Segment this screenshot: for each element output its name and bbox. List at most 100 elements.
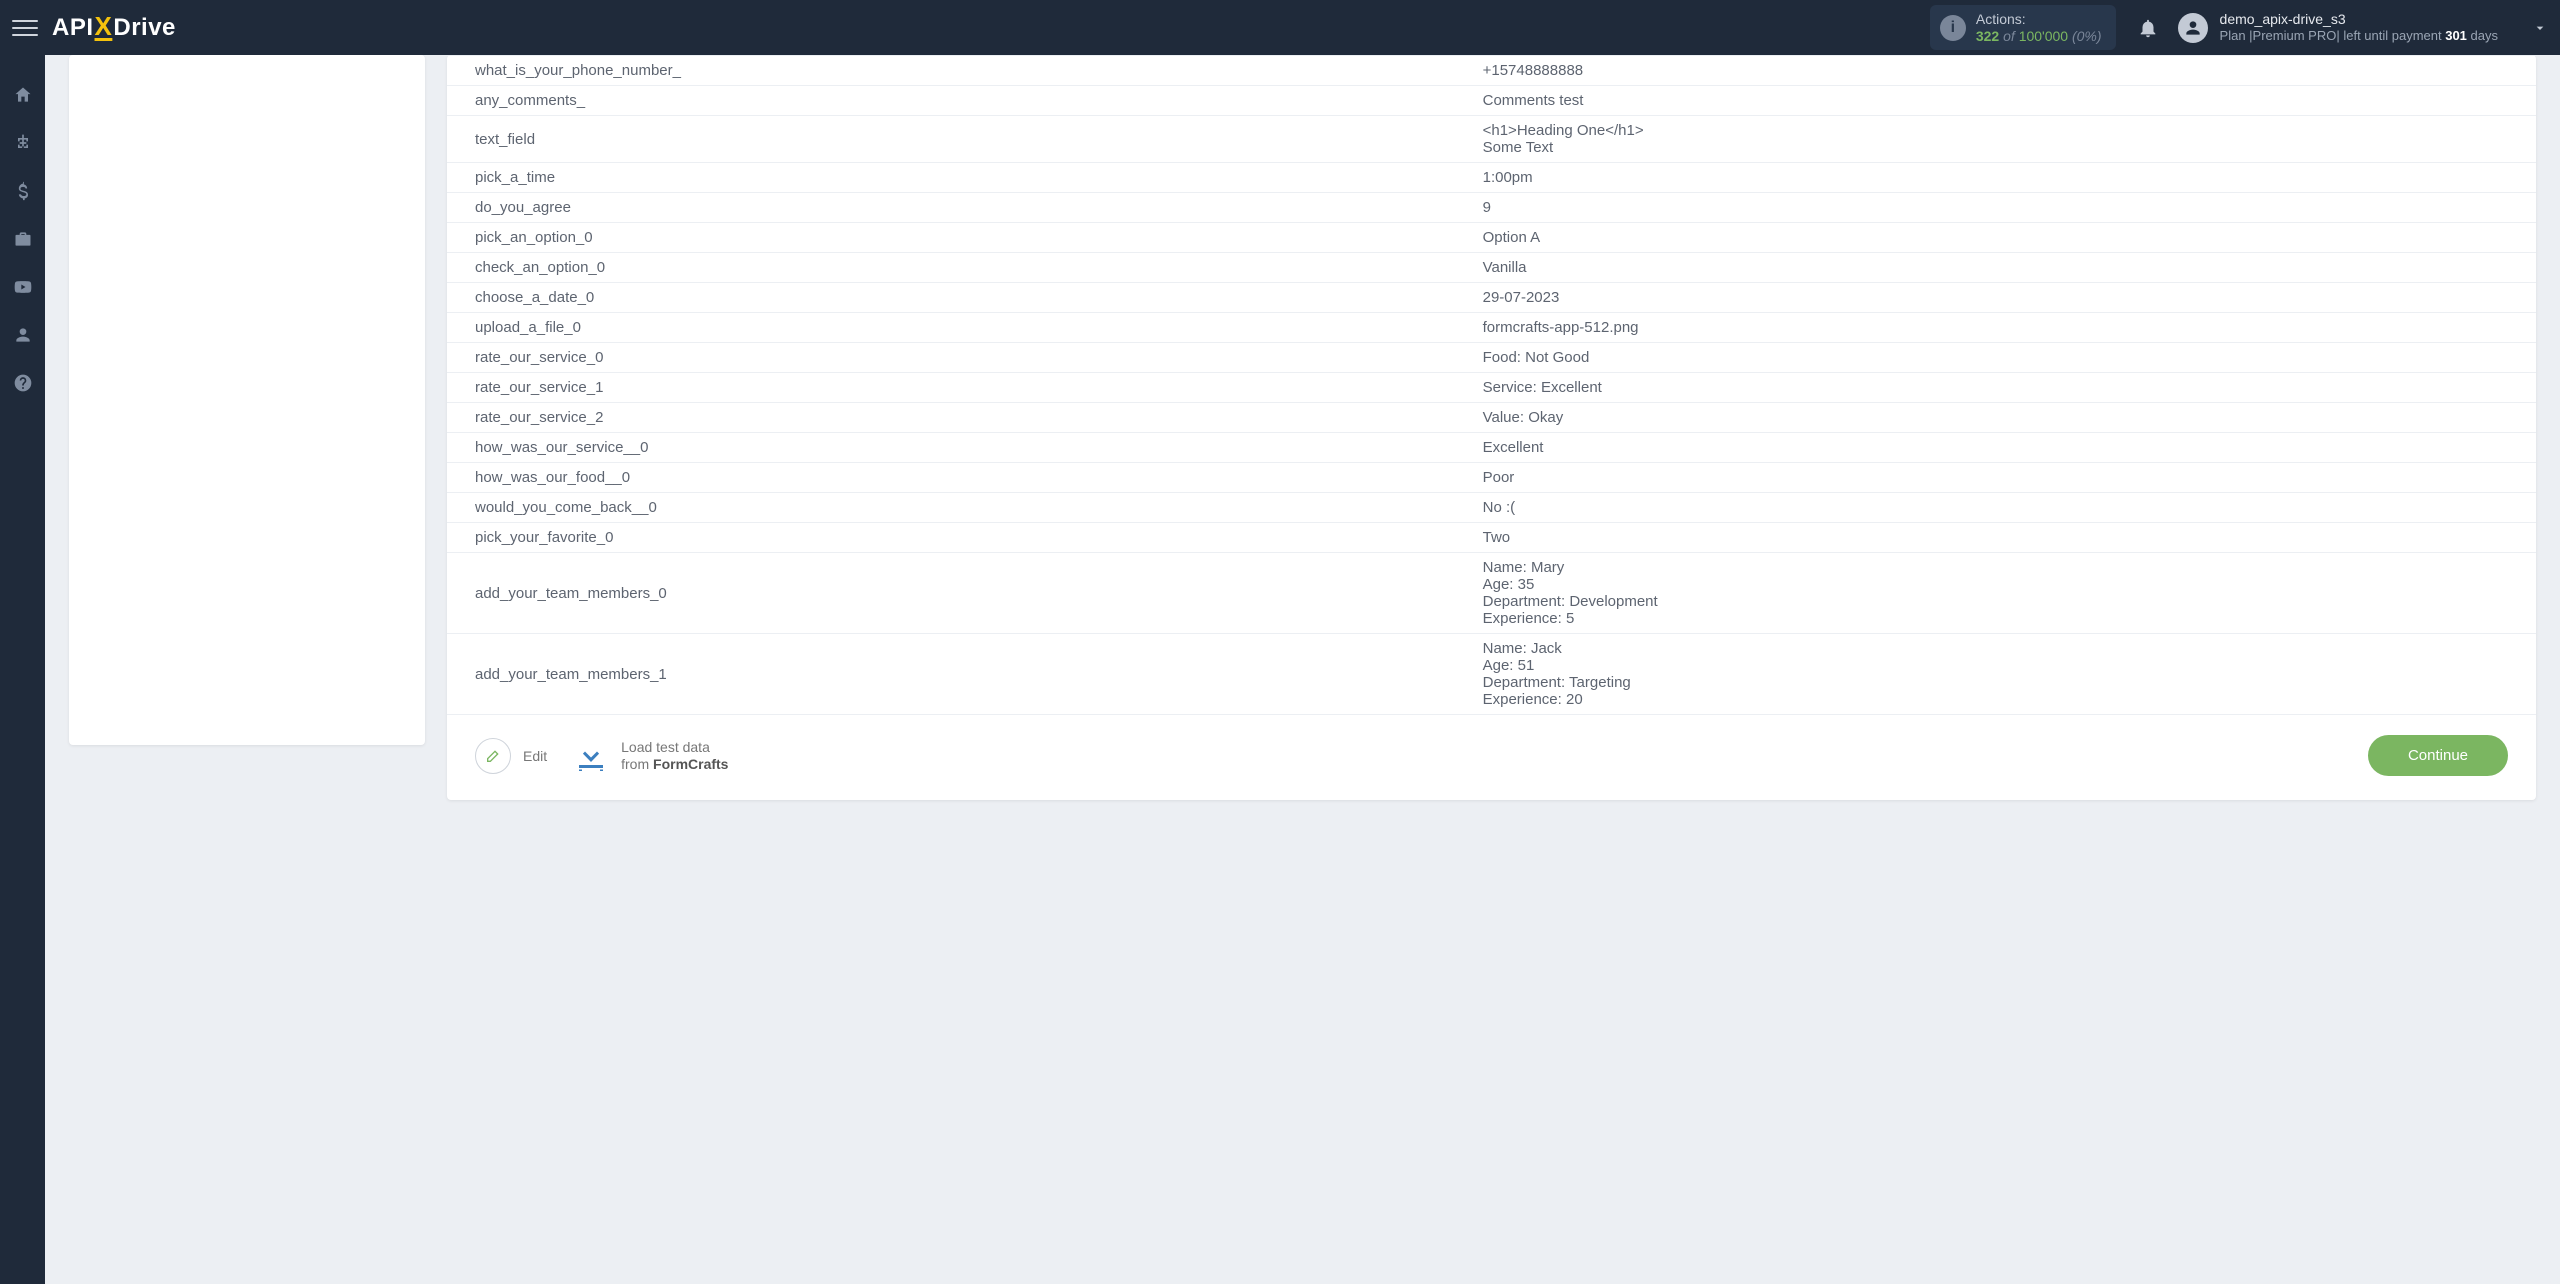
table-row: how_was_our_service__0Excellent xyxy=(447,433,2536,463)
actions-limit: 100'000 xyxy=(2019,28,2068,44)
data-table: what_is_your_phone_number_+15748888888an… xyxy=(447,55,2536,715)
row-value: Name: Mary Age: 35 Department: Developme… xyxy=(1471,553,2536,634)
nav-video[interactable] xyxy=(0,267,45,307)
table-row: choose_a_date_029-07-2023 xyxy=(447,283,2536,313)
load-line1: Load test data xyxy=(621,739,728,756)
row-key: text_field xyxy=(447,116,1471,163)
row-value: Poor xyxy=(1471,463,2536,493)
row-key: pick_an_option_0 xyxy=(447,223,1471,253)
pencil-icon xyxy=(475,738,511,774)
row-value: formcrafts-app-512.png xyxy=(1471,313,2536,343)
row-value: Vanilla xyxy=(1471,253,2536,283)
app-header: API X Drive i Actions: 322 of 100'000 (0… xyxy=(0,0,2560,55)
edit-label: Edit xyxy=(523,748,547,764)
table-row: how_was_our_food__0Poor xyxy=(447,463,2536,493)
row-key: check_an_option_0 xyxy=(447,253,1471,283)
action-row: Edit Load test data from FormCrafts Cont… xyxy=(447,715,2536,780)
table-row: add_your_team_members_1Name: Jack Age: 5… xyxy=(447,634,2536,715)
row-key: any_comments_ xyxy=(447,86,1471,116)
row-value: 29-07-2023 xyxy=(1471,283,2536,313)
row-key: rate_our_service_1 xyxy=(447,373,1471,403)
table-row: do_you_agree9 xyxy=(447,193,2536,223)
row-key: would_you_come_back__0 xyxy=(447,493,1471,523)
side-panel xyxy=(69,55,425,745)
menu-toggle-button[interactable] xyxy=(12,15,38,41)
nav-home[interactable] xyxy=(0,75,45,115)
row-key: what_is_your_phone_number_ xyxy=(447,56,1471,86)
actions-text: Actions: 322 of 100'000 (0%) xyxy=(1976,11,2102,45)
logo[interactable]: API X Drive xyxy=(52,12,176,43)
table-row: would_you_come_back__0No :( xyxy=(447,493,2536,523)
user-info: demo_apix-drive_s3 Plan |Premium PRO| le… xyxy=(2220,11,2498,45)
row-key: rate_our_service_2 xyxy=(447,403,1471,433)
edit-button[interactable]: Edit xyxy=(475,738,547,774)
row-key: pick_your_favorite_0 xyxy=(447,523,1471,553)
row-key: pick_a_time xyxy=(447,163,1471,193)
logo-part-x: X xyxy=(95,11,113,42)
user-name: demo_apix-drive_s3 xyxy=(2220,11,2498,29)
row-key: upload_a_file_0 xyxy=(447,313,1471,343)
load-text: Load test data from FormCrafts xyxy=(621,739,728,773)
row-value: 1:00pm xyxy=(1471,163,2536,193)
row-value: Excellent xyxy=(1471,433,2536,463)
nav-account[interactable] xyxy=(0,315,45,355)
row-value: No :( xyxy=(1471,493,2536,523)
table-row: rate_our_service_1Service: Excellent xyxy=(447,373,2536,403)
home-icon xyxy=(13,85,33,105)
logo-part-drive: Drive xyxy=(113,14,176,42)
table-row: pick_your_favorite_0Two xyxy=(447,523,2536,553)
avatar-icon xyxy=(2178,13,2208,43)
nav-business[interactable] xyxy=(0,219,45,259)
actions-used: 322 xyxy=(1976,28,1999,44)
table-row: rate_our_service_2Value: Okay xyxy=(447,403,2536,433)
row-value: +15748888888 xyxy=(1471,56,2536,86)
row-value: Two xyxy=(1471,523,2536,553)
table-row: pick_a_time1:00pm xyxy=(447,163,2536,193)
row-value: <h1>Heading One</h1> Some Text xyxy=(1471,116,2536,163)
actions-counter[interactable]: i Actions: 322 of 100'000 (0%) xyxy=(1930,5,2116,51)
row-key: do_you_agree xyxy=(447,193,1471,223)
row-key: add_your_team_members_1 xyxy=(447,634,1471,715)
row-key: how_was_our_service__0 xyxy=(447,433,1471,463)
briefcase-icon xyxy=(13,229,33,249)
table-row: check_an_option_0Vanilla xyxy=(447,253,2536,283)
continue-button[interactable]: Continue xyxy=(2368,735,2508,776)
actions-label: Actions: xyxy=(1976,11,2102,28)
table-row: upload_a_file_0formcrafts-app-512.png xyxy=(447,313,2536,343)
row-key: how_was_our_food__0 xyxy=(447,463,1471,493)
load-test-data-button[interactable]: Load test data from FormCrafts xyxy=(573,738,728,774)
row-key: rate_our_service_0 xyxy=(447,343,1471,373)
row-value: Name: Jack Age: 51 Department: Targeting… xyxy=(1471,634,2536,715)
row-value: Service: Excellent xyxy=(1471,373,2536,403)
main-panel: what_is_your_phone_number_+15748888888an… xyxy=(447,55,2536,800)
table-row: text_field<h1>Heading One</h1> Some Text xyxy=(447,116,2536,163)
row-key: choose_a_date_0 xyxy=(447,283,1471,313)
table-row: rate_our_service_0Food: Not Good xyxy=(447,343,2536,373)
youtube-icon xyxy=(13,277,33,297)
row-value: Option A xyxy=(1471,223,2536,253)
nav-help[interactable] xyxy=(0,363,45,403)
table-row: any_comments_Comments test xyxy=(447,86,2536,116)
help-icon xyxy=(13,373,33,393)
user-plan-line: Plan |Premium PRO| left until payment 30… xyxy=(2220,28,2498,44)
dollar-icon xyxy=(13,181,33,201)
download-icon xyxy=(573,738,609,774)
load-line2: from FormCrafts xyxy=(621,756,728,773)
bell-icon xyxy=(2137,17,2159,39)
row-key: add_your_team_members_0 xyxy=(447,553,1471,634)
notifications-button[interactable] xyxy=(2136,16,2160,40)
user-menu[interactable]: demo_apix-drive_s3 Plan |Premium PRO| le… xyxy=(2178,11,2548,45)
info-icon: i xyxy=(1940,15,1966,41)
logo-part-api: API xyxy=(52,14,94,42)
content-area: what_is_your_phone_number_+15748888888an… xyxy=(45,55,2560,1284)
nav-connections[interactable] xyxy=(0,123,45,163)
chevron-down-icon xyxy=(2532,20,2548,36)
row-value: Value: Okay xyxy=(1471,403,2536,433)
table-row: pick_an_option_0Option A xyxy=(447,223,2536,253)
left-sidebar xyxy=(0,55,45,1284)
table-row: add_your_team_members_0Name: Mary Age: 3… xyxy=(447,553,2536,634)
table-row: what_is_your_phone_number_+15748888888 xyxy=(447,56,2536,86)
nav-billing[interactable] xyxy=(0,171,45,211)
actions-pct: (0%) xyxy=(2072,28,2102,44)
row-value: Food: Not Good xyxy=(1471,343,2536,373)
